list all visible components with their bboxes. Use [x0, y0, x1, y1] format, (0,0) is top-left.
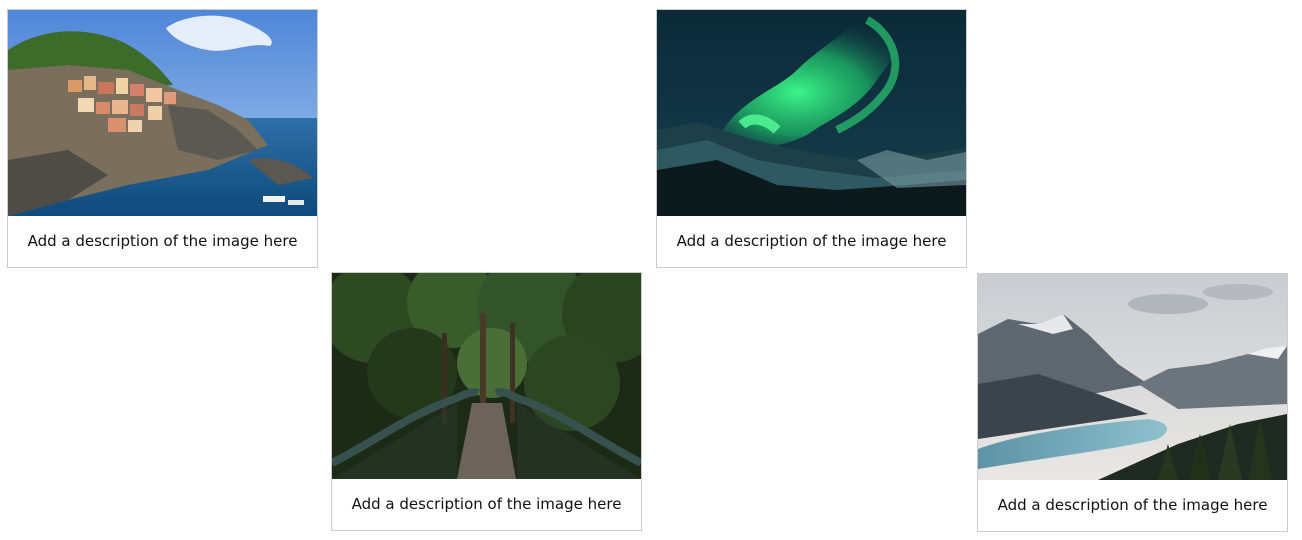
gallery-item: Add a description of the image here: [7, 9, 318, 268]
coastal-village-image-link[interactable]: [8, 10, 317, 216]
northern-lights-image-link[interactable]: [657, 10, 966, 216]
gallery-item: Add a description of the image here: [656, 9, 967, 268]
image-description: Add a description of the image here: [27, 232, 298, 250]
forest-bridge-image-link[interactable]: [332, 273, 641, 479]
coastal-village-image: [8, 10, 317, 216]
image-description: Add a description of the image here: [676, 232, 947, 250]
forest-bridge-image: [332, 273, 641, 479]
gallery-item: Add a description of the image here: [331, 272, 642, 531]
image-description: Add a description of the image here: [351, 495, 622, 513]
gallery-item: Add a description of the image here: [977, 273, 1288, 532]
image-description: Add a description of the image here: [997, 496, 1268, 514]
mountain-lake-image-link[interactable]: [978, 274, 1287, 480]
northern-lights-image: [657, 10, 966, 216]
mountain-lake-image: [978, 274, 1287, 480]
